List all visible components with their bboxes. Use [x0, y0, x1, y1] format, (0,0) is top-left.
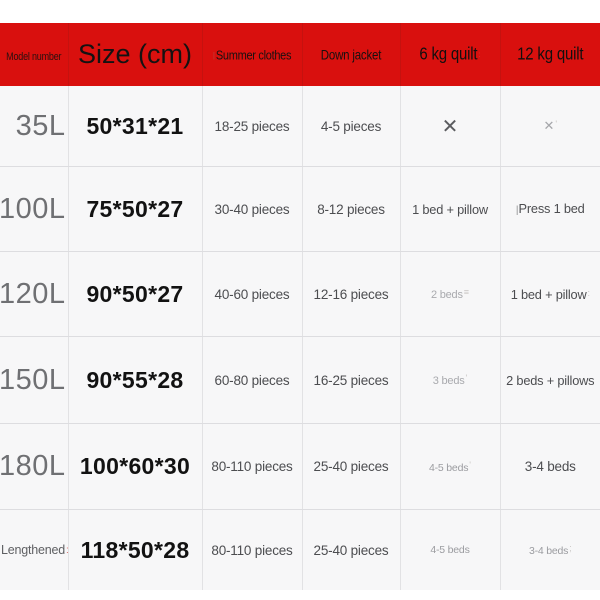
cell-summer-clothes: 18-25 pieces	[202, 86, 303, 167]
table-row: 100L 75*50*27 30-40 pieces 8-12 pieces 1…	[0, 166, 600, 252]
cell-quilt-6kg: 3 beds'	[400, 336, 501, 424]
header-model-number-label: Model number	[6, 49, 62, 62]
cell-summer-clothes: 30-40 pieces	[202, 166, 303, 252]
cell-summer-clothes: 40-60 pieces	[202, 251, 303, 337]
cell-down-jacket: 12-16 pieces	[302, 251, 401, 337]
cell-model-number: 120L	[0, 251, 69, 337]
cell-quilt-12kg: ✕'	[500, 86, 600, 167]
cell-size: 50*31*21	[68, 86, 203, 167]
header-row: Model number Size (cm) |Summer clothes D…	[0, 23, 600, 86]
cell-model-number: Lengthened:	[0, 509, 69, 590]
table-header: Model number Size (cm) |Summer clothes D…	[0, 23, 600, 86]
header-size-cm: Size (cm)	[68, 23, 203, 86]
cross-mark-icon: ✕	[441, 115, 459, 138]
header-quilt-6kg: 6 kg quilt:	[400, 23, 501, 86]
cell-size: 75*50*27	[68, 166, 203, 252]
cell-model-number: 180L	[0, 423, 69, 510]
cell-model-number: 100L	[0, 166, 69, 252]
top-margin	[0, 0, 600, 23]
capacity-spec-table: Model number Size (cm) |Summer clothes D…	[0, 23, 600, 590]
cell-size: 118*50*28	[68, 509, 203, 590]
cell-quilt-6kg: 1 bed + pillow	[400, 166, 501, 252]
cell-summer-clothes: 80-110 pieces	[202, 509, 303, 590]
cell-down-jacket: 25-40 pieces	[302, 423, 401, 510]
cell-quilt-6kg: 4-5 beds	[400, 509, 501, 590]
table-row: 35L 50*31*21 18-25 pieces 4-5 pieces ✕ ✕…	[0, 86, 600, 167]
trailing-mark-icon: '	[465, 373, 468, 383]
cell-down-jacket: 25-40 pieces	[302, 509, 401, 590]
trailing-mark-icon: ;	[569, 543, 572, 553]
cell-model-number: 35L	[0, 86, 69, 167]
cell-quilt-6kg: 4-5 beds'	[400, 423, 501, 510]
cell-quilt-6kg: 2 beds≡	[400, 251, 501, 337]
cell-model-number: 150L	[0, 336, 69, 424]
table-row: Lengthened: 118*50*28 80-110 pieces 25-4…	[0, 509, 600, 590]
cell-quilt-6kg: ✕	[400, 86, 501, 167]
header-summer-clothes: |Summer clothes	[202, 23, 303, 86]
table-row: 120L 90*50*27 40-60 pieces 12-16 pieces …	[0, 251, 600, 337]
trailing-mark-icon: ≡	[463, 287, 470, 297]
cell-quilt-12kg: |Press 1 bed	[500, 166, 600, 252]
cell-quilt-12kg: 3-4 beds	[500, 423, 600, 510]
header-colon-mark-icon: :	[478, 49, 481, 59]
cell-summer-clothes: 80-110 pieces	[202, 423, 303, 510]
header-quilt-12kg: 12 kg quilt	[500, 23, 600, 86]
cell-quilt-12kg: 1 bed + pillow:	[500, 251, 600, 337]
cell-down-jacket: 8-12 pieces	[302, 166, 401, 252]
trailing-mark-icon: '	[555, 119, 558, 129]
cell-quilt-12kg: 2 beds + pillows	[500, 336, 600, 424]
cell-down-jacket: 4-5 pieces	[302, 86, 401, 167]
spec-table-image: Model number Size (cm) |Summer clothes D…	[0, 0, 600, 600]
trailing-mark-icon: :	[587, 287, 591, 298]
header-summer-clothes-label: Summer clothes	[215, 48, 292, 63]
header-model-number: Model number	[0, 23, 69, 86]
cell-quilt-12kg: 3-4 beds;	[500, 509, 600, 590]
cell-size: 90*55*28	[68, 336, 203, 424]
table-row: 150L 90*55*28 60-80 pieces 16-25 pieces …	[0, 336, 600, 424]
table-row: 180L 100*60*30 80-110 pieces 25-40 piece…	[0, 423, 600, 510]
trailing-mark-icon: '	[469, 459, 471, 470]
header-down-jacket-label: Down jacket	[320, 48, 382, 63]
cell-down-jacket: 16-25 pieces	[302, 336, 401, 424]
header-quilt-12kg-label: 12 kg quilt	[517, 44, 584, 64]
header-quilt-6kg-label: 6 kg quilt	[419, 44, 478, 64]
cell-size: 100*60*30	[68, 423, 203, 510]
cross-mark-icon: ✕	[543, 118, 555, 133]
cell-summer-clothes: 60-80 pieces	[202, 336, 303, 424]
header-size-cm-label: Size (cm)	[78, 39, 192, 69]
cell-size: 90*50*27	[68, 251, 203, 337]
header-tick-mark-icon: |	[212, 50, 215, 60]
table-body: 35L 50*31*21 18-25 pieces 4-5 pieces ✕ ✕…	[0, 86, 600, 590]
header-down-jacket: Down jacket	[302, 23, 401, 86]
